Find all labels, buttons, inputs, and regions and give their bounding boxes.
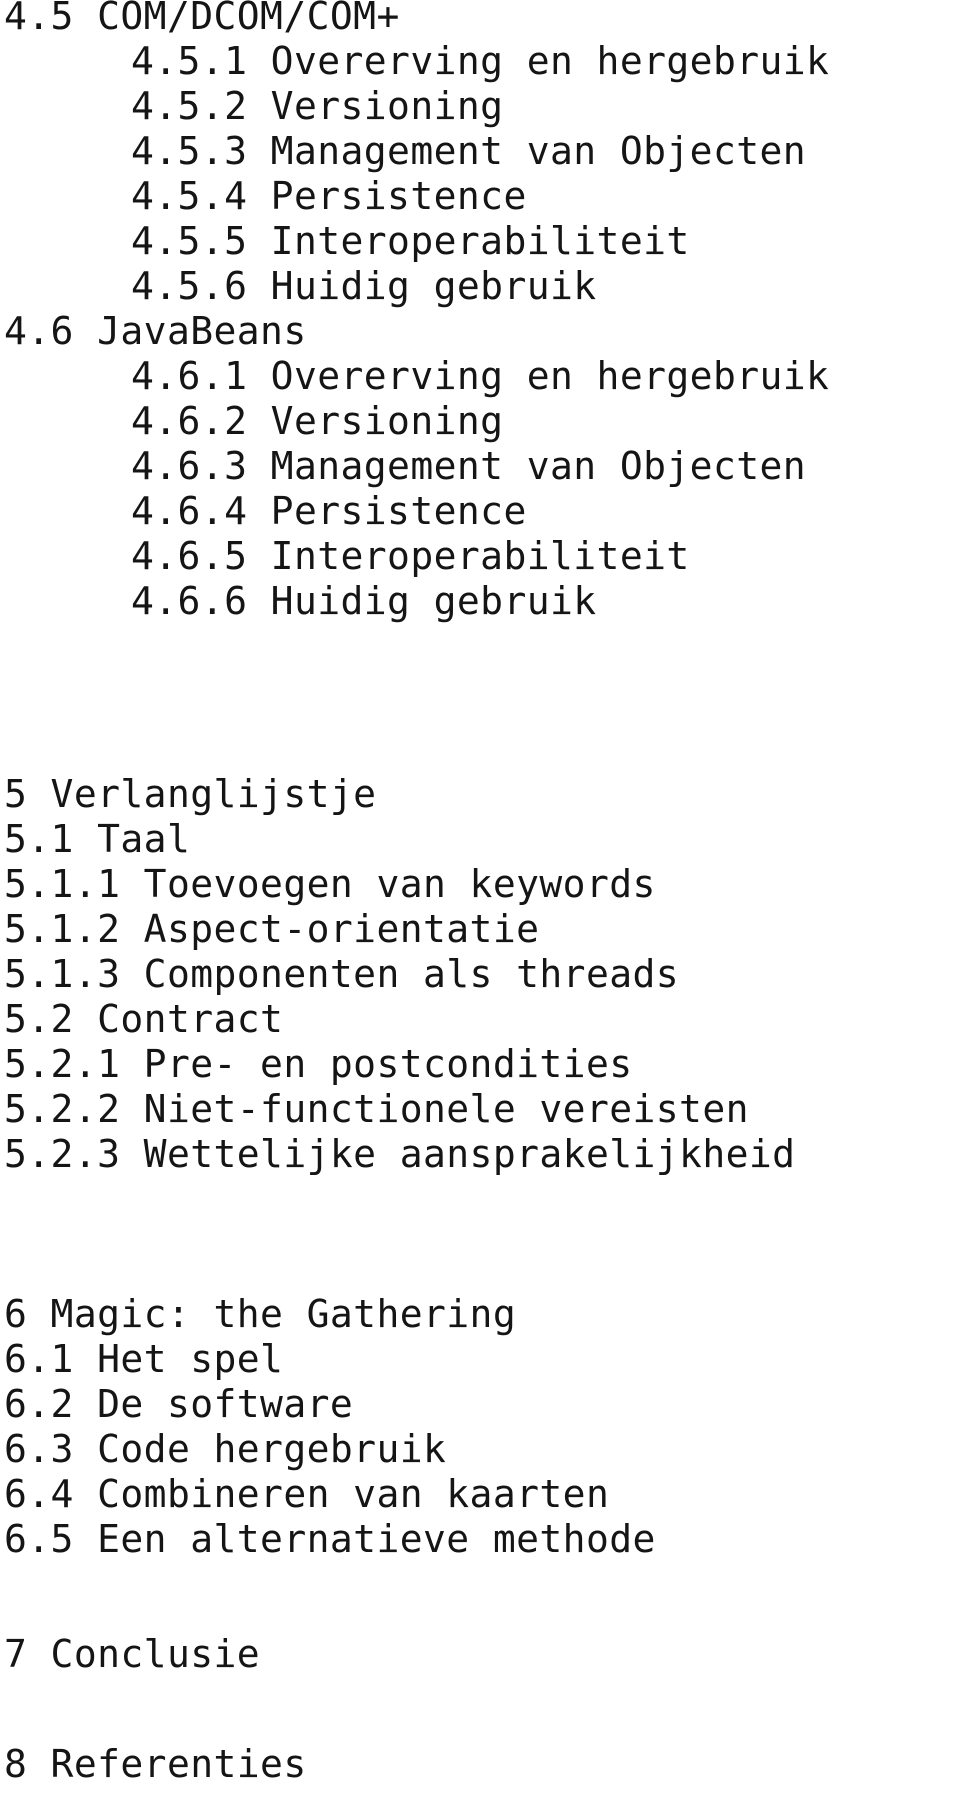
toc-entry[interactable]: 4.6.3 Management van Objecten — [0, 444, 960, 489]
toc-entry[interactable]: 4.6.2 Versioning — [0, 399, 960, 444]
toc-entry[interactable]: 6.4 Combineren van kaarten — [0, 1472, 960, 1517]
toc-entry[interactable]: 7 Conclusie — [0, 1632, 960, 1677]
toc-entry[interactable]: 6.2 De software — [0, 1382, 960, 1427]
toc-entry[interactable]: 4.6 JavaBeans — [0, 309, 960, 354]
toc-entry[interactable]: 6.3 Code hergebruik — [0, 1427, 960, 1472]
toc-section-chapter-4: 4.5 COM/DCOM/COM+ 4.5.1 Overerving en he… — [0, 0, 960, 624]
toc-entry[interactable]: 4.5.4 Persistence — [0, 174, 960, 219]
toc-entry[interactable]: 4.5.1 Overerving en hergebruik — [0, 39, 960, 84]
toc-entry[interactable]: 8 Referenties — [0, 1742, 960, 1787]
toc-entry[interactable]: 4.5.5 Interoperabiliteit — [0, 219, 960, 264]
toc-section-chapter-7: 7 Conclusie — [0, 1632, 960, 1677]
toc-entry[interactable]: 5.1.2 Aspect-orientatie — [0, 907, 960, 952]
toc-entry[interactable]: 4.6.1 Overerving en hergebruik — [0, 354, 960, 399]
toc-entry[interactable]: 4.5.3 Management van Objecten — [0, 129, 960, 174]
toc-entry[interactable]: 4.6.5 Interoperabiliteit — [0, 534, 960, 579]
toc-entry[interactable]: 4.5.2 Versioning — [0, 84, 960, 129]
toc-entry[interactable]: 5.2.1 Pre- en postcondities — [0, 1042, 960, 1087]
table-of-contents-page: 4.5 COM/DCOM/COM+ 4.5.1 Overerving en he… — [0, 0, 960, 1803]
toc-section-chapter-6: 6 Magic: the Gathering 6.1 Het spel 6.2 … — [0, 1292, 960, 1562]
toc-entry[interactable]: 5 Verlanglijstje — [0, 772, 960, 817]
toc-entry[interactable]: 6.1 Het spel — [0, 1337, 960, 1382]
toc-entry[interactable]: 5.1.1 Toevoegen van keywords — [0, 862, 960, 907]
toc-entry[interactable]: 5.1 Taal — [0, 817, 960, 862]
toc-entry[interactable]: 6.5 Een alternatieve methode — [0, 1517, 960, 1562]
toc-entry[interactable]: 4.6.6 Huidig gebruik — [0, 579, 960, 624]
toc-entry[interactable]: 5.2 Contract — [0, 997, 960, 1042]
toc-entry[interactable]: 5.1.3 Componenten als threads — [0, 952, 960, 997]
toc-entry[interactable]: 6 Magic: the Gathering — [0, 1292, 960, 1337]
toc-entry[interactable]: 4.6.4 Persistence — [0, 489, 960, 534]
toc-entry[interactable]: 4.5.6 Huidig gebruik — [0, 264, 960, 309]
toc-section-chapter-5: 5 Verlanglijstje 5.1 Taal 5.1.1 Toevoege… — [0, 772, 960, 1177]
toc-entry[interactable]: 4.5 COM/DCOM/COM+ — [0, 0, 960, 39]
toc-section-chapter-8: 8 Referenties — [0, 1742, 960, 1787]
toc-entry[interactable]: 5.2.2 Niet-functionele vereisten — [0, 1087, 960, 1132]
toc-entry[interactable]: 5.2.3 Wettelijke aansprakelijkheid — [0, 1132, 960, 1177]
